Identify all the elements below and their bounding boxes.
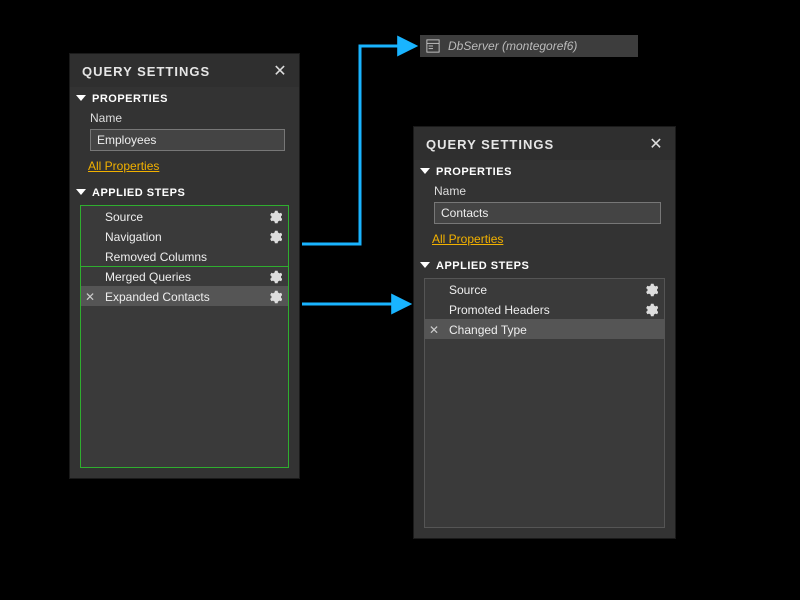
applied-step-row[interactable]: Source: [81, 206, 288, 226]
panel-title-bar: QUERY SETTINGS ✕: [70, 54, 299, 87]
applied-steps-header-label: APPLIED STEPS: [92, 187, 185, 199]
gear-icon[interactable]: [268, 290, 282, 304]
applied-step-row[interactable]: ✕ Expanded Contacts: [81, 286, 288, 306]
panel-title-bar: QUERY SETTINGS ✕: [414, 127, 675, 160]
properties-header-label: PROPERTIES: [92, 93, 168, 105]
db-server-label: DbServer (montegoref6): [448, 39, 577, 53]
step-label: Expanded Contacts: [105, 290, 210, 304]
caret-down-icon: [420, 168, 430, 174]
step-label: Source: [449, 283, 487, 297]
all-properties-link[interactable]: All Properties: [414, 224, 503, 254]
step-label: Promoted Headers: [449, 303, 550, 317]
caret-down-icon: [76, 95, 86, 101]
close-icon[interactable]: ✕: [273, 65, 287, 79]
gear-icon[interactable]: [644, 303, 658, 317]
step-label: Changed Type: [449, 323, 527, 337]
all-properties-link[interactable]: All Properties: [70, 151, 159, 181]
applied-steps-list: Source Navigation Removed Columns Merged Qu…: [80, 205, 289, 468]
applied-steps-section-header[interactable]: APPLIED STEPS: [70, 181, 299, 203]
gear-icon[interactable]: [268, 230, 282, 244]
applied-steps-section-header[interactable]: APPLIED STEPS: [414, 254, 675, 276]
step-label: Navigation: [105, 230, 162, 244]
applied-step-row[interactable]: Promoted Headers: [425, 299, 664, 319]
properties-section-header[interactable]: PROPERTIES: [414, 160, 675, 182]
applied-step-row[interactable]: Removed Columns: [81, 246, 288, 266]
gear-icon[interactable]: [644, 283, 658, 297]
database-icon: [426, 39, 440, 53]
step-label: Removed Columns: [105, 250, 207, 264]
gear-icon[interactable]: [268, 270, 282, 284]
delete-step-icon[interactable]: ✕: [429, 323, 439, 337]
name-field-label: Name: [414, 182, 675, 202]
properties-header-label: PROPERTIES: [436, 166, 512, 178]
applied-step-row[interactable]: Merged Queries: [81, 266, 288, 286]
step-label: Source: [105, 210, 143, 224]
close-icon[interactable]: ✕: [649, 138, 663, 152]
properties-section-header[interactable]: PROPERTIES: [70, 87, 299, 109]
query-settings-panel-right: QUERY SETTINGS ✕ PROPERTIES Name All Pro…: [413, 126, 676, 539]
query-name-input[interactable]: [90, 129, 285, 151]
caret-down-icon: [76, 189, 86, 195]
gear-icon[interactable]: [268, 210, 282, 224]
caret-down-icon: [420, 262, 430, 268]
applied-steps-list: Source Promoted Headers ✕ Changed Type: [424, 278, 665, 528]
applied-step-row[interactable]: Navigation: [81, 226, 288, 246]
applied-step-row[interactable]: Source: [425, 279, 664, 299]
panel-title-text: QUERY SETTINGS: [82, 64, 210, 79]
step-label: Merged Queries: [105, 270, 191, 284]
applied-steps-header-label: APPLIED STEPS: [436, 260, 529, 272]
applied-step-row[interactable]: ✕ Changed Type: [425, 319, 664, 339]
name-field-label: Name: [70, 109, 299, 129]
query-name-input[interactable]: [434, 202, 661, 224]
db-server-chip[interactable]: DbServer (montegoref6): [420, 35, 638, 57]
query-settings-panel-left: QUERY SETTINGS ✕ PROPERTIES Name All Pro…: [69, 53, 300, 479]
panel-title-text: QUERY SETTINGS: [426, 137, 554, 152]
delete-step-icon[interactable]: ✕: [85, 290, 95, 304]
